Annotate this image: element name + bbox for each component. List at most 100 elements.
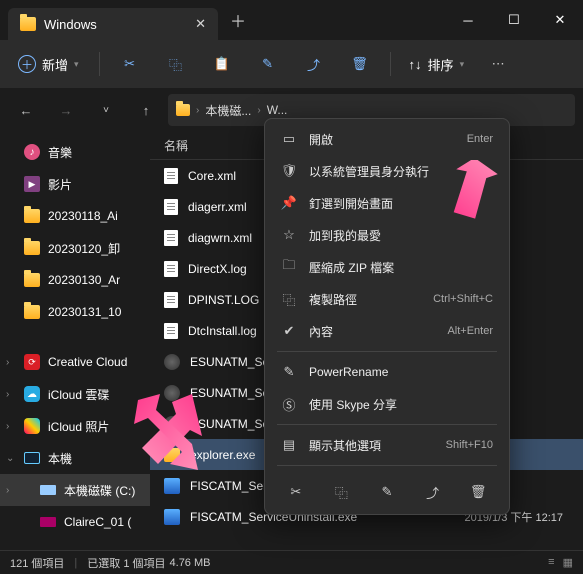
file-name: ESUNATM_Se: [190, 355, 269, 369]
document-icon: [164, 230, 178, 246]
maximize-button[interactable]: ☐: [491, 0, 537, 40]
shortcut: Enter: [467, 133, 493, 145]
expand-icon[interactable]: ›: [6, 485, 9, 496]
minimize-button[interactable]: ─: [445, 0, 491, 40]
sidebar-item[interactable]: ▶影片: [0, 168, 150, 200]
more-button[interactable]: ⋯: [478, 46, 518, 82]
delete-icon[interactable]: 🗑: [462, 476, 494, 508]
cut-icon[interactable]: ✂: [280, 476, 312, 508]
col-name: 名稱: [164, 137, 188, 154]
sidebar-item[interactable]: 20230118_Ai: [0, 200, 150, 232]
share-icon[interactable]: ⤴: [417, 476, 449, 508]
menu-icon-row: ✂ ⿻ ✎ ⤴ 🗑: [269, 470, 505, 510]
cut-button[interactable]: ✂: [110, 46, 150, 82]
document-icon: [164, 168, 178, 184]
sidebar-label: 本機磁碟 (C:): [64, 482, 135, 499]
cc-icon: ⟳: [24, 354, 40, 370]
sidebar-label: iCloud 照片: [48, 418, 109, 435]
forward-button[interactable]: →: [48, 92, 84, 128]
sidebar-item[interactable]: 20230130_Ar: [0, 264, 150, 296]
up-button[interactable]: ↑: [128, 92, 164, 128]
tab-title: Windows: [44, 17, 97, 32]
menu-item[interactable]: ▭開啟Enter: [269, 123, 505, 155]
menu-item[interactable]: ▤顯示其他選項Shift+F10: [269, 429, 505, 461]
sidebar-label: 本機: [48, 450, 72, 467]
sidebar-label: 音樂: [48, 144, 72, 161]
sidebar-item[interactable]: ClaireC_01 (: [0, 506, 150, 538]
document-icon: [164, 199, 178, 215]
disk-icon: [40, 517, 56, 527]
expand-icon[interactable]: ›: [6, 357, 9, 368]
close-tab-icon[interactable]: ✕: [195, 16, 206, 32]
menu-label: 複製路徑: [309, 291, 357, 308]
paste-button[interactable]: 📋: [202, 46, 242, 82]
new-button[interactable]: ＋ 新增 ▾: [8, 46, 89, 82]
list-view-icon[interactable]: ≡: [548, 556, 554, 569]
menu-label: 開啟: [309, 131, 333, 148]
menu-item[interactable]: ⿻複製路徑Ctrl+Shift+C: [269, 283, 505, 315]
chevron-down-icon: ▾: [74, 59, 79, 70]
expand-icon[interactable]: ›: [6, 421, 9, 432]
zip-icon: 🗀: [281, 259, 297, 275]
menu-label: 壓縮成 ZIP 檔案: [309, 259, 394, 276]
menu-item[interactable]: Ⓢ使用 Skype 分享: [269, 388, 505, 420]
file-name: Core.xml: [188, 169, 236, 183]
menu-item[interactable]: 🗀 壓縮成 ZIP 檔案: [269, 251, 505, 283]
shortcut: Ctrl+Shift+C: [433, 293, 493, 305]
delete-button[interactable]: 🗑: [340, 46, 380, 82]
rename-button[interactable]: ✎: [248, 46, 288, 82]
expand-icon[interactable]: ›: [6, 389, 9, 400]
breadcrumb-seg[interactable]: W...: [267, 103, 288, 117]
menu-label: 內容: [309, 323, 333, 340]
rename-icon[interactable]: ✎: [371, 476, 403, 508]
disk-icon: [40, 485, 56, 495]
plus-icon: ＋: [18, 55, 36, 73]
sort-button[interactable]: ↑↓ 排序 ▾: [401, 46, 473, 82]
document-icon: [164, 292, 178, 308]
menu-item[interactable]: ✎PowerRename: [269, 356, 505, 388]
app-icon: [164, 509, 180, 525]
menu-label: 以系統管理員身分執行: [309, 163, 429, 180]
share-button[interactable]: ⤴: [294, 46, 334, 82]
item-count: 121 個項目: [10, 555, 64, 571]
music-icon: ♪: [24, 144, 40, 160]
menu-item[interactable]: ✔內容Alt+Enter: [269, 315, 505, 347]
menu-label: 釘選到開始畫面: [309, 195, 393, 212]
shortcut: Shift+F10: [446, 439, 493, 451]
window-tab[interactable]: Windows ✕: [8, 8, 218, 40]
sidebar-item[interactable]: 20230131_10: [0, 296, 150, 328]
shortcut: Alt+Enter: [447, 325, 493, 337]
gear-icon: [164, 354, 180, 370]
up-button[interactable]: ˅: [88, 92, 124, 128]
sidebar-label: Creative Cloud: [48, 355, 127, 369]
document-icon: [164, 323, 178, 339]
pc-icon: [24, 452, 40, 464]
sidebar-label: 20230130_Ar: [48, 273, 120, 287]
folder-icon: [24, 209, 40, 223]
expand-icon[interactable]: ⌄: [6, 453, 14, 464]
sidebar-item[interactable]: ♪ 音樂: [0, 136, 150, 168]
file-name: FISCATM_Serv: [190, 479, 273, 493]
file-name: diagerr.xml: [188, 200, 247, 214]
file-name: DirectX.log: [188, 262, 247, 276]
copy-icon[interactable]: ⿻: [325, 476, 357, 508]
menu-label: 使用 Skype 分享: [309, 396, 397, 413]
annotation-arrow: [430, 160, 500, 240]
status-bar: 121 個項目 | 已選取 1 個項目 4.76 MB ≡ ▦: [0, 550, 583, 574]
folder-icon: [24, 273, 40, 287]
sidebar: ♪ 音樂 ▶影片 20230118_Ai 20230120_卸 20230130_Ar 20…: [0, 132, 150, 550]
sidebar-item[interactable]: 20230120_卸: [0, 232, 150, 264]
breadcrumb-seg[interactable]: 本機磁...: [205, 102, 251, 119]
folder-icon: [176, 104, 190, 116]
sidebar-label: 20230118_Ai: [48, 209, 118, 223]
sort-label: 排序: [428, 55, 454, 74]
sidebar-item[interactable]: › ⟳ Creative Cloud: [0, 346, 150, 378]
grid-view-icon[interactable]: ▦: [563, 556, 573, 569]
photo-icon: [24, 418, 40, 434]
star-icon: ☆: [281, 227, 297, 243]
close-button[interactable]: ✕: [537, 0, 583, 40]
admin-icon: 🛡: [281, 163, 297, 179]
copy-button[interactable]: ⿻: [156, 46, 196, 82]
new-tab-button[interactable]: ＋: [218, 8, 258, 32]
back-button[interactable]: ←: [8, 92, 44, 128]
